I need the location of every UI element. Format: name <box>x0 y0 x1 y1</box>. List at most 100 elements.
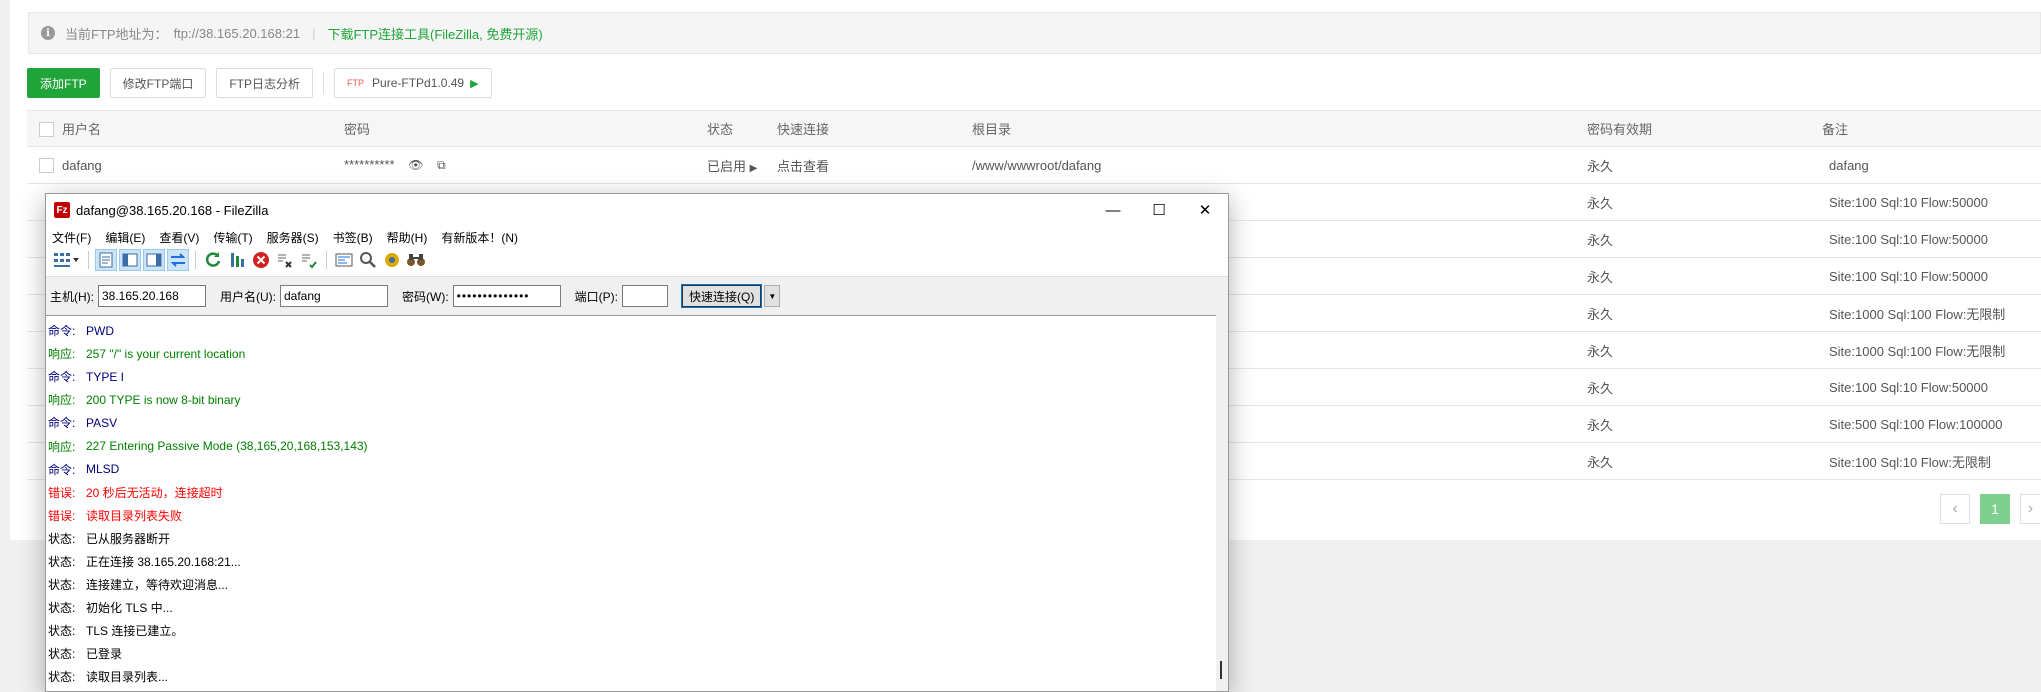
remark-cell[interactable]: Site:100 Sql:10 Flow:无限制 <box>1822 442 2041 480</box>
download-filezilla-link[interactable]: 下载FTP连接工具(FileZilla, 免费开源) <box>327 24 542 43</box>
log-text: 257 "/" is your current location <box>86 346 246 361</box>
log-analysis-button[interactable]: FTP日志分析 <box>216 68 314 98</box>
find-files-icon[interactable] <box>405 249 427 271</box>
log-label: 状态: <box>48 670 76 685</box>
minimize-button[interactable]: — <box>1090 194 1136 226</box>
validity-cell[interactable]: 永久 <box>1587 405 1822 443</box>
log-text: 200 TYPE is now 8-bit binary <box>86 392 241 407</box>
process-queue-icon[interactable] <box>226 249 248 271</box>
menu-new-version[interactable]: 有新版本！(N) <box>441 229 518 246</box>
remark-cell[interactable]: Site:100 Sql:10 Flow:50000 <box>1822 368 2041 406</box>
root-dir-link[interactable]: /www/wwwroot/dafang <box>972 146 1587 184</box>
disconnect-icon[interactable] <box>274 249 296 271</box>
log-text: 已从服务器断开 <box>86 531 171 546</box>
toolbar-divider <box>323 72 325 94</box>
select-all-checkbox[interactable] <box>39 121 54 137</box>
validity-cell[interactable]: 永久 <box>1587 183 1822 221</box>
prev-page-button[interactable]: ‹ <box>1940 494 1970 524</box>
username-input[interactable] <box>280 285 388 307</box>
menu-bookmarks[interactable]: 书签(B) <box>333 229 373 246</box>
log-line: 响应: 227 Entering Passive Mode (38,165,20,… <box>48 434 1214 457</box>
site-manager-icon[interactable] <box>52 249 82 271</box>
quickconnect-button[interactable]: 快速连接(Q) <box>680 284 763 308</box>
validity-cell[interactable]: 永久 <box>1587 294 1822 332</box>
log-line: 错误: 20 秒后无活动，连接超时 <box>48 481 1214 504</box>
host-label: 主机(H): <box>50 289 94 304</box>
port-input[interactable] <box>622 285 668 307</box>
message-log: 命令: PWD 响应: 257 "/" is your current locatio… <box>46 315 1216 691</box>
filter-search-icon[interactable] <box>357 249 379 271</box>
divider: | <box>312 25 316 41</box>
log-label: 状态: <box>48 578 76 593</box>
log-text: 读取目录列表失败 <box>86 508 183 523</box>
quickconnect-bar: 主机(H): 用户名(U): 密码(W): 端口(P): 快速连接(Q) ▼ <box>46 276 1228 316</box>
remark-cell[interactable]: Site:100 Sql:10 Flow:50000 <box>1822 183 2041 221</box>
page-1-button[interactable]: 1 <box>1980 494 2010 524</box>
play-icon: ▶ <box>470 77 479 90</box>
scrollbar-thumb[interactable] <box>1220 661 1222 679</box>
log-line: 命令: TYPE I <box>48 365 1214 388</box>
validity-cell[interactable]: 永久 <box>1587 368 1822 406</box>
eye-icon[interactable]: 👁 <box>408 158 423 172</box>
log-line: 命令: PWD <box>48 319 1214 342</box>
toolbar-divider <box>326 251 327 269</box>
cancel-icon[interactable] <box>250 249 272 271</box>
reconnect-icon[interactable] <box>298 249 320 271</box>
info-icon: i <box>41 26 55 40</box>
log-label: 命令: <box>48 324 76 339</box>
filezilla-titlebar[interactable]: Fz dafang@38.165.20.168 - FileZilla <box>46 194 1228 226</box>
password-input[interactable] <box>452 285 561 307</box>
password-value: ********** <box>344 157 395 172</box>
remark-cell[interactable]: Site:1000 Sql:100 Flow:无限制 <box>1822 294 2041 332</box>
log-text: 正在连接 38.165.20.168:21... <box>86 554 241 569</box>
log-line: 状态: 正在连接 38.165.20.168:21... <box>48 550 1214 573</box>
validity-cell[interactable]: 永久 <box>1587 331 1822 369</box>
col-password: 密码 <box>344 110 707 147</box>
validity-cell[interactable]: 永久 <box>1587 220 1822 258</box>
log-scrollbar[interactable] <box>1216 315 1228 691</box>
menu-edit[interactable]: 编辑(E) <box>105 229 145 246</box>
add-ftp-button[interactable]: 添加FTP <box>27 68 100 98</box>
copy-icon[interactable]: ⧉ <box>437 158 446 173</box>
remark-cell[interactable]: Site:100 Sql:10 Flow:50000 <box>1822 257 2041 295</box>
toggle-queue-icon[interactable] <box>167 249 189 271</box>
toggle-log-icon[interactable] <box>95 249 117 271</box>
validity-cell[interactable]: 永久 <box>1587 257 1822 295</box>
next-page-button[interactable]: › <box>2020 494 2040 524</box>
close-button[interactable]: ✕ <box>1182 194 1228 226</box>
menu-file[interactable]: 文件(F) <box>52 229 91 246</box>
remark-cell[interactable]: dafang <box>1822 146 2041 184</box>
remark-cell[interactable]: Site:500 Sql:100 Flow:100000 <box>1822 405 2041 443</box>
refresh-icon[interactable] <box>202 249 224 271</box>
host-input[interactable] <box>98 285 206 307</box>
row-checkbox[interactable] <box>39 158 54 174</box>
menu-transfer[interactable]: 传输(T) <box>213 229 252 246</box>
quick-connect-link[interactable]: 点击查看 <box>777 146 972 184</box>
validity-cell[interactable]: 永久 <box>1587 146 1822 184</box>
log-line: 错误: 读取目录列表失败 <box>48 504 1214 527</box>
menu-help[interactable]: 帮助(H) <box>387 229 428 246</box>
menu-server[interactable]: 服务器(S) <box>267 229 319 246</box>
menu-view[interactable]: 查看(V) <box>159 229 199 246</box>
password-label: 密码(W): <box>402 289 449 304</box>
validity-cell[interactable]: 永久 <box>1587 442 1822 480</box>
status-cell[interactable]: 已启用 ▶ <box>707 146 777 184</box>
play-icon: ▶ <box>749 162 758 174</box>
remark-cell[interactable]: Site:100 Sql:10 Flow:50000 <box>1822 220 2041 258</box>
ftp-address: ftp://38.165.20.168:21 <box>173 25 301 41</box>
toggle-remote-tree-icon[interactable] <box>143 249 165 271</box>
toggle-local-tree-icon[interactable] <box>119 249 141 271</box>
quickconnect-dropdown-icon[interactable]: ▼ <box>764 285 781 307</box>
remark-cell[interactable]: Site:1000 Sql:100 Flow:无限制 <box>1822 331 2041 369</box>
log-line: 响应: 200 TYPE is now 8-bit binary <box>48 388 1214 411</box>
menu-bar: 文件(F) 编辑(E) 查看(V) 传输(T) 服务器(S) 书签(B) 帮助(… <box>46 226 1228 248</box>
username-label: 用户名(U): <box>220 289 276 304</box>
sync-browse-icon[interactable] <box>381 249 403 271</box>
directory-compare-icon[interactable] <box>333 249 355 271</box>
pure-ftpd-button[interactable]: FTP Pure-FTPd1.0.49 ▶ <box>334 68 492 98</box>
ftp-toolbar: 添加FTP 修改FTP端口 FTP日志分析 FTP Pure-FTPd1.0.4… <box>27 68 492 98</box>
maximize-button[interactable]: ☐ <box>1136 194 1182 226</box>
modify-port-button[interactable]: 修改FTP端口 <box>109 68 207 98</box>
log-line: 状态: 已登录 <box>48 642 1214 665</box>
log-line: 状态: 初始化 TLS 中... <box>48 596 1214 619</box>
